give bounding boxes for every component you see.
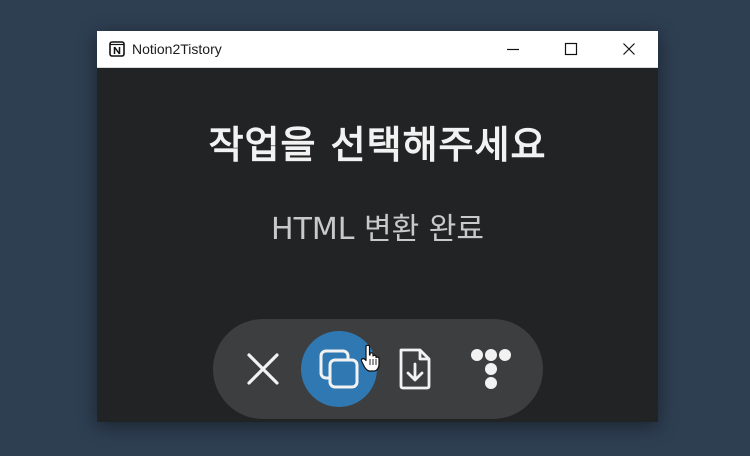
tistory-button[interactable]	[453, 331, 529, 407]
status-text: HTML 변환 완료	[271, 212, 484, 247]
minimize-button[interactable]	[484, 31, 542, 67]
download-file-button[interactable]	[377, 331, 453, 407]
window-title: Notion2Tistory	[132, 41, 222, 57]
close-button[interactable]	[600, 31, 658, 67]
tistory-logo-icon	[471, 349, 511, 389]
cancel-button[interactable]	[225, 331, 301, 407]
hand-cursor-icon	[360, 344, 380, 372]
close-icon	[623, 43, 635, 55]
title-bar[interactable]: Notion2Tistory	[97, 31, 658, 68]
notion-app-icon	[107, 39, 127, 59]
maximize-icon	[564, 42, 578, 56]
copy-icon	[319, 349, 359, 389]
minimize-icon	[507, 48, 519, 51]
page-heading: 작업을 선택해주세요	[208, 123, 547, 167]
maximize-button[interactable]	[542, 31, 600, 67]
x-icon	[247, 353, 279, 385]
file-download-icon	[399, 348, 431, 390]
